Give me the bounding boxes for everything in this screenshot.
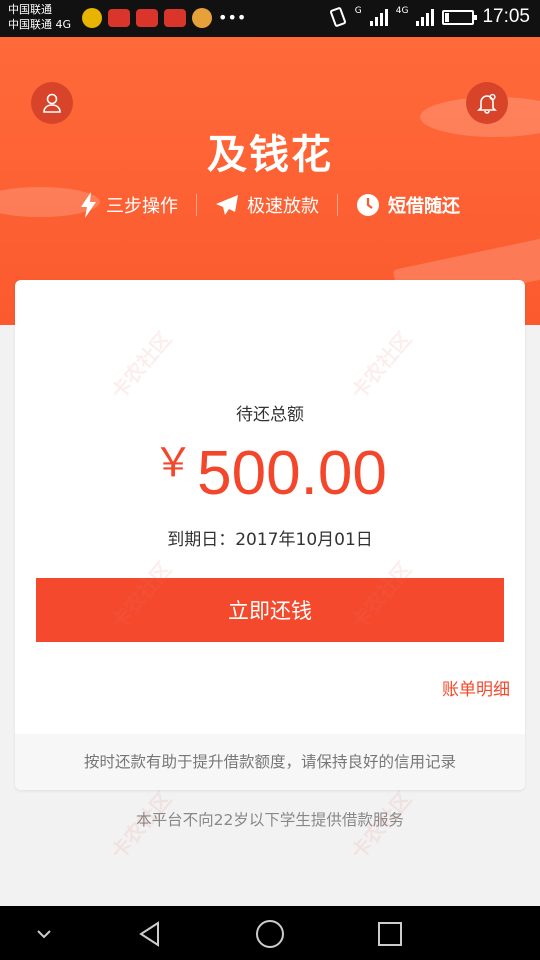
clock-time: 17:05 — [482, 6, 530, 27]
feature-label: 极速放款 — [247, 196, 319, 217]
age-notice: 本平台不向22岁以下学生提供借款服务 — [136, 811, 404, 829]
user-icon — [43, 93, 61, 113]
recents-icon — [378, 922, 402, 946]
app-notification-icon — [136, 9, 158, 27]
bell-icon — [477, 93, 497, 114]
home-button[interactable] — [254, 918, 286, 950]
app-notification-icon — [82, 8, 102, 28]
app-logo: 及钱花 — [207, 132, 333, 178]
repay-now-button[interactable]: 立即还钱 — [36, 578, 504, 642]
app-notification-icon — [108, 9, 130, 27]
notification-icons: ••• — [82, 8, 246, 28]
system-nav-bar — [0, 906, 540, 960]
amount-value: 500.00 — [197, 439, 387, 508]
system-status: G 4G 17:05 — [329, 6, 530, 28]
battery-icon — [442, 9, 478, 25]
clock-icon — [357, 194, 379, 216]
network-type-badge: 4G — [395, 6, 409, 16]
paper-plane-icon — [216, 195, 238, 215]
more-notifications-icon: ••• — [218, 8, 247, 27]
profile-button[interactable] — [31, 82, 73, 124]
back-icon — [139, 921, 159, 947]
amount-due: ￥500.00 — [15, 430, 525, 509]
feature-item: 极速放款 — [197, 192, 337, 218]
repayment-card: 待还总额 ￥500.00 到期日：2017年10月01日 立即还钱 账单明细 按… — [15, 280, 525, 790]
vibrate-icon — [329, 7, 346, 27]
bill-detail-link[interactable]: 账单明细 — [442, 675, 510, 700]
currency-symbol: ￥ — [153, 441, 194, 485]
home-icon — [256, 920, 284, 948]
chevron-down-icon — [37, 930, 51, 939]
amount-label: 待还总额 — [236, 405, 304, 425]
app-notification-icon — [164, 9, 186, 27]
notifications-button[interactable] — [466, 82, 508, 124]
back-button[interactable] — [134, 918, 166, 950]
signal-icon — [416, 8, 435, 26]
credit-tip: 按时还款有助于提升借款额度，请保持良好的信用记录 — [15, 734, 525, 790]
carrier-2: 中国联通 4G — [8, 18, 72, 31]
network-type-badge: G — [354, 6, 362, 16]
lightning-icon — [81, 192, 96, 218]
status-bar: 中国联通 中国联通 4G ••• G 4G 17:05 — [0, 0, 540, 37]
feature-list: 三步操作 极速放款 短借随还 — [0, 192, 540, 218]
feature-label: 短借随还 — [388, 196, 460, 217]
carrier-info: 中国联通 中国联通 4G — [8, 2, 71, 32]
due-date: 到期日：2017年10月01日 — [167, 530, 373, 550]
recents-button[interactable] — [374, 918, 406, 950]
hide-nav-button[interactable] — [28, 918, 60, 950]
feature-item: 短借随还 — [338, 192, 478, 218]
feature-label: 三步操作 — [106, 196, 178, 217]
signal-icon — [369, 8, 388, 26]
uc-browser-icon — [192, 8, 212, 28]
feature-item: 三步操作 — [62, 192, 196, 218]
carrier-1: 中国联通 — [8, 3, 52, 16]
